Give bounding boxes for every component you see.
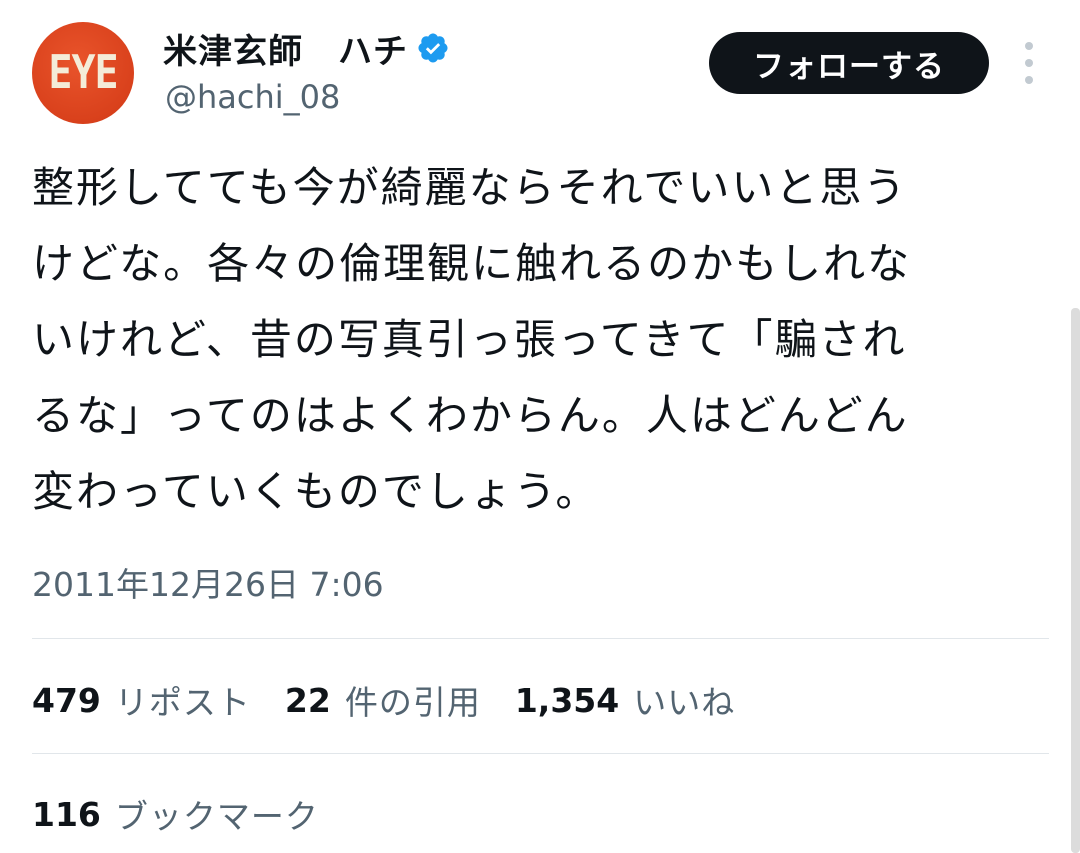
quotes-stat[interactable]: 22 件の引用 bbox=[285, 676, 481, 724]
likes-label: いいね bbox=[633, 683, 736, 722]
quotes-count: 22 bbox=[284, 680, 331, 720]
avatar-logo-text: EYE bbox=[48, 46, 118, 100]
follow-button[interactable]: フォローする bbox=[709, 32, 989, 94]
user-handle[interactable]: @hachi_08 bbox=[165, 78, 340, 116]
avatar[interactable]: EYE bbox=[32, 22, 134, 124]
divider bbox=[32, 638, 1049, 639]
quotes-label: 件の引用 bbox=[344, 683, 481, 722]
verified-badge-icon[interactable] bbox=[416, 31, 450, 65]
tweet-text-line: るな」ってのはよくわからん。人はどんどん bbox=[32, 391, 909, 440]
reposts-count: 479 bbox=[32, 680, 101, 720]
likes-count: 1,354 bbox=[514, 680, 620, 720]
more-dot bbox=[1025, 42, 1033, 50]
engagement-stats: 479 リポスト 22 件の引用 1,354 いいね bbox=[32, 672, 769, 728]
tweet-text-line: 変わっていくものでしょう。 bbox=[32, 467, 600, 516]
reposts-stat[interactable]: 479 リポスト bbox=[32, 676, 251, 724]
more-vertical-icon[interactable] bbox=[1012, 42, 1046, 84]
tweet-text: 整形してても今が綺麗ならそれでいいと思う けどな。各々の倫理観に触れるのかもしれ… bbox=[32, 150, 1032, 530]
bookmarks-count: 116 bbox=[32, 794, 101, 834]
tweet-text-line: いけれど、昔の写真引っ張ってきて「騙され bbox=[32, 315, 907, 364]
tweet-timestamp[interactable]: 2011年12月26日 7:06 bbox=[32, 558, 384, 606]
display-name-text: 米津玄師 ハチ bbox=[163, 31, 408, 72]
display-name[interactable]: 米津玄師 ハチ bbox=[163, 20, 450, 76]
bookmarks-stat-row: 116 ブックマーク bbox=[32, 786, 353, 842]
more-dot bbox=[1025, 76, 1033, 84]
reposts-label: リポスト bbox=[114, 683, 251, 722]
tweet-text-line: けどな。各々の倫理観に触れるのかもしれな bbox=[32, 239, 912, 288]
bookmarks-label: ブックマーク bbox=[114, 797, 319, 836]
divider bbox=[32, 753, 1049, 754]
more-dot bbox=[1025, 59, 1033, 67]
bookmarks-stat[interactable]: 116 ブックマーク bbox=[32, 790, 319, 838]
likes-stat[interactable]: 1,354 いいね bbox=[515, 676, 735, 724]
scrollbar[interactable] bbox=[1071, 308, 1080, 853]
tweet-text-line: 整形してても今が綺麗ならそれでいいと思う bbox=[32, 163, 908, 212]
